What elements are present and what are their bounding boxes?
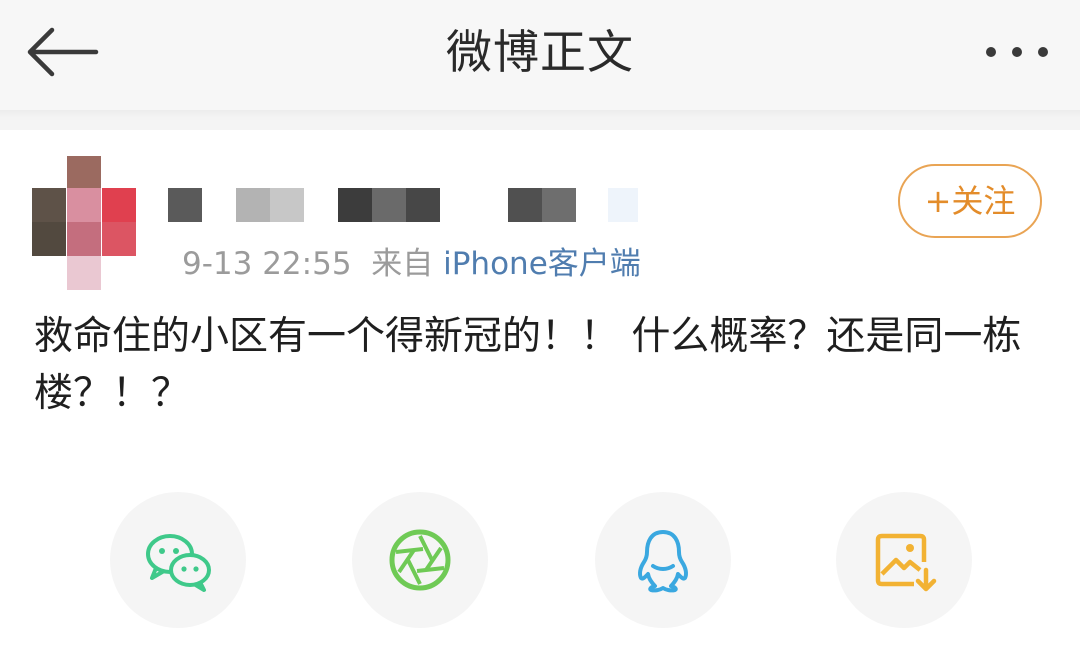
- avatar-pixel: [32, 222, 66, 256]
- qq-icon: [638, 530, 688, 593]
- username-redacted[interactable]: [168, 188, 648, 222]
- navbar: 微博正文: [0, 0, 1080, 110]
- share-qq-button[interactable]: [595, 492, 731, 628]
- post-time: 9-13 22:55: [182, 246, 352, 282]
- avatar[interactable]: [32, 156, 136, 290]
- share-moments-button[interactable]: [352, 492, 488, 628]
- username-pixel: [406, 188, 440, 222]
- username-pixel: [236, 188, 270, 222]
- avatar-pixel: [67, 188, 101, 222]
- username-pixel: [168, 188, 202, 222]
- avatar-pixel: [102, 222, 136, 256]
- follow-button[interactable]: +关注: [898, 164, 1042, 238]
- moments-icon: [389, 529, 451, 591]
- avatar-pixel: [32, 188, 66, 222]
- username-pixel: [508, 188, 542, 222]
- page-title: 微博正文: [446, 25, 634, 79]
- more-dots-icon: [986, 47, 1048, 57]
- avatar-pixel: [67, 256, 101, 290]
- source-link[interactable]: iPhone客户端: [443, 246, 641, 282]
- avatar-pixel: [67, 156, 101, 190]
- username-pixel: [270, 188, 304, 222]
- source-prefix: 来自: [371, 246, 434, 282]
- username-pixel: [338, 188, 372, 222]
- avatar-pixel: [102, 188, 136, 222]
- more-button[interactable]: [975, 30, 1060, 74]
- nav-divider: [0, 110, 1080, 130]
- username-pixel: [372, 188, 406, 222]
- post-text: 救命住的小区有一个得新冠的！！ 什么概率？还是同一栋楼？！？: [34, 314, 1022, 416]
- save-image-icon: [875, 533, 937, 592]
- share-wechat-button[interactable]: [110, 492, 246, 628]
- avatar-pixel: [67, 222, 101, 256]
- arrow-left-icon: [27, 27, 99, 77]
- wechat-icon: [146, 534, 211, 592]
- back-button[interactable]: [22, 22, 102, 82]
- username-pixel: [608, 188, 638, 222]
- save-image-button[interactable]: [836, 492, 972, 628]
- post-card: 9-13 22:55 来自 iPhone客户端 +关注 救命住的小区有一个得新冠…: [0, 130, 1080, 653]
- post-meta: 9-13 22:55 来自 iPhone客户端: [182, 242, 641, 286]
- username-pixel: [542, 188, 576, 222]
